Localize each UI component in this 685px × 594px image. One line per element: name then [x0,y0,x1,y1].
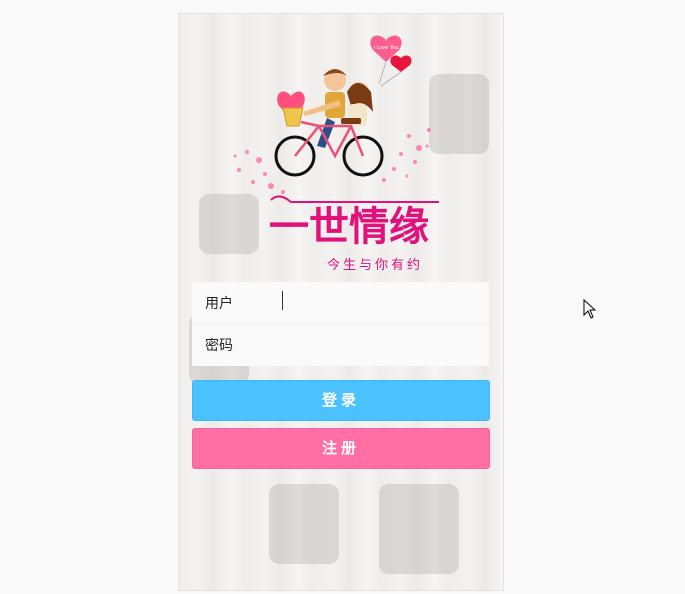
title-swash [270,195,439,203]
background-photo [379,484,459,574]
balloon-text: I Love You [373,45,398,51]
text-caret [282,291,283,310]
password-row: 密码 [192,324,489,366]
login-button[interactable]: 登录 [192,380,490,421]
background-photo [269,484,339,564]
username-input[interactable] [282,290,477,316]
app-screen: I Love You 一世情缘 今生与你有约 用户 密码 登录 注册 [178,13,504,591]
app-logo: I Love You 一世情缘 今生与你有约 [233,35,439,273]
login-form: 用户 密码 [192,282,489,366]
register-button[interactable]: 注册 [192,428,490,469]
small-heart-balloon-icon [390,55,412,72]
petal-particles [233,128,431,194]
username-label: 用户 [205,296,233,312]
basket-icon [282,107,304,127]
password-input[interactable] [282,332,477,358]
app-title: 一世情缘 [269,203,429,250]
mouse-pointer-icon [583,299,597,319]
app-subtitle: 今生与你有约 [327,257,423,273]
password-label: 密码 [205,338,233,354]
username-row: 用户 [192,282,489,325]
